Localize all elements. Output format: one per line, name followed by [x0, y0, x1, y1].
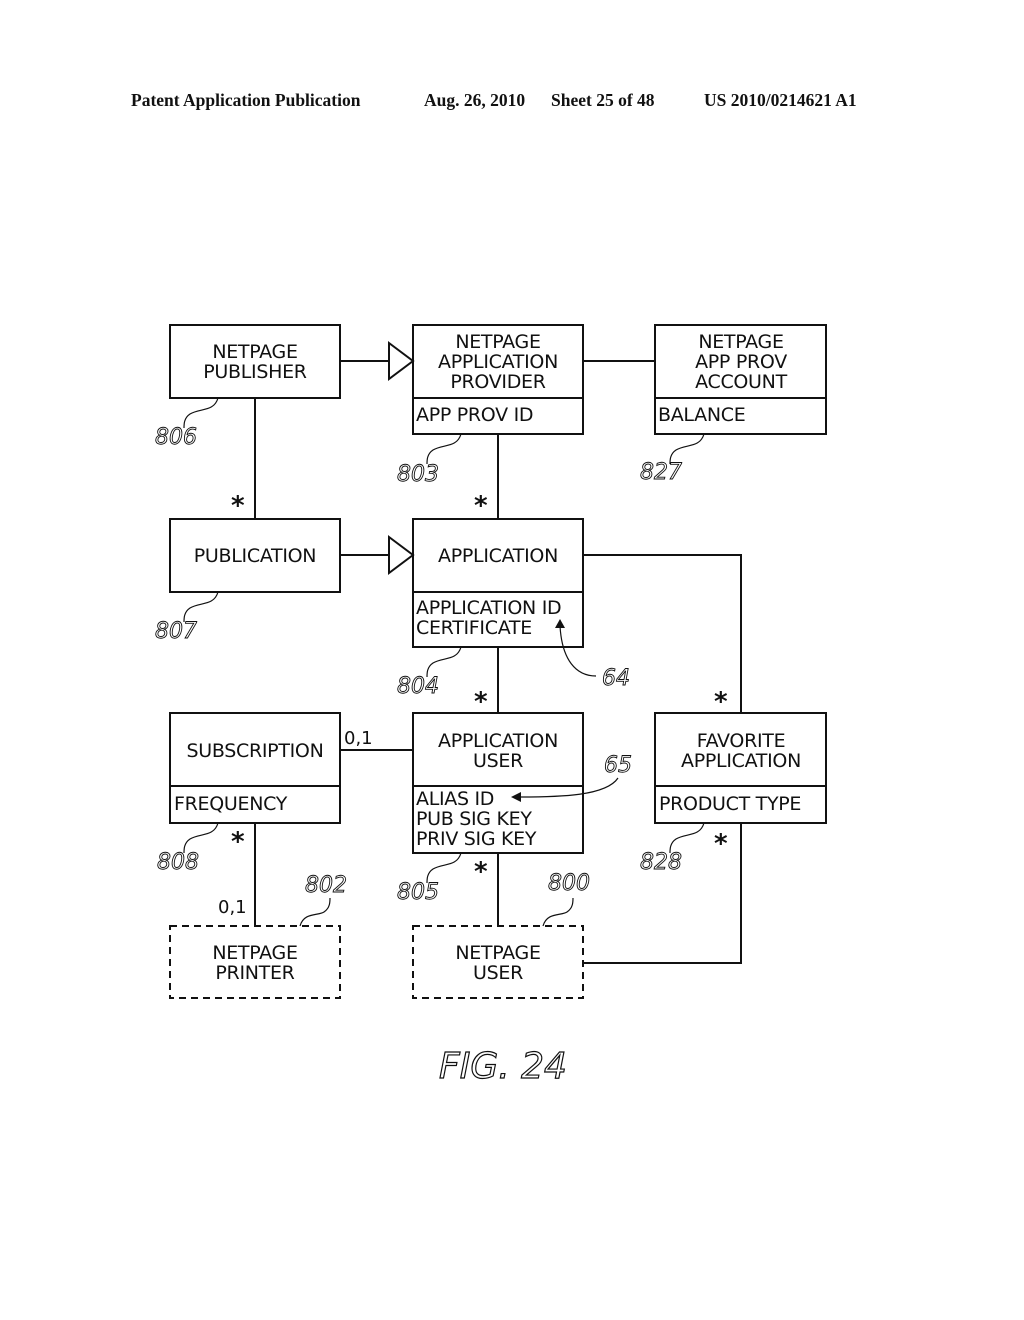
- ref-802: 802: [305, 873, 347, 898]
- application-attr-certificate: CERTIFICATE: [416, 617, 532, 639]
- multiplicity-many: *: [714, 829, 728, 859]
- callout-65: 65: [604, 753, 632, 778]
- ref-804: 804: [397, 674, 439, 699]
- appuser-attr-alias: ALIAS ID: [416, 788, 494, 810]
- leader-806: [183, 397, 219, 429]
- publisher-name-line2: PUBLISHER: [203, 361, 307, 383]
- printer-name-line1: NETPAGE: [212, 942, 297, 964]
- user-name-line1: NETPAGE: [455, 942, 540, 964]
- generalization-arrow-icon: [388, 341, 415, 381]
- appuser-attr-privkey: PRIV SIG KEY: [416, 828, 537, 850]
- account-name-line1: NETPAGE: [698, 331, 783, 353]
- provider-attr-id: APP PROV ID: [416, 404, 533, 426]
- leader-804: [426, 646, 462, 678]
- leader-805: [426, 852, 462, 884]
- callout-65-arrow: [519, 777, 619, 798]
- multiplicity-many: *: [714, 687, 728, 717]
- printer-name-line2: PRINTER: [215, 962, 294, 984]
- appuser-attr-pubkey: PUB SIG KEY: [416, 808, 532, 830]
- subscription-attr-frequency: FREQUENCY: [174, 793, 288, 815]
- leader-807: [183, 591, 219, 623]
- multiplicity-many: *: [231, 491, 245, 521]
- application-attr-id: APPLICATION ID: [416, 597, 561, 619]
- uml-class-diagram: NETPAGE PUBLISHER NETPAGE APPLICATION PR…: [155, 324, 827, 1088]
- favorite-name-line1: FAVORITE: [697, 730, 786, 752]
- ref-803: 803: [397, 462, 439, 487]
- account-attr-balance: BALANCE: [658, 404, 745, 426]
- leader-800: [542, 897, 574, 927]
- multiplicity-many: *: [474, 857, 488, 887]
- ref-806: 806: [155, 425, 197, 450]
- multiplicity-many: *: [474, 687, 488, 717]
- callout-64-arrow: [559, 625, 597, 677]
- multiplicity-zero-or-one: 0,1: [344, 728, 373, 749]
- ref-827: 827: [640, 460, 682, 485]
- leader-808: [183, 822, 219, 854]
- user-name-line2: USER: [473, 962, 523, 984]
- ref-808: 808: [157, 850, 199, 875]
- leader-803: [426, 433, 462, 465]
- account-name-line3: ACCOUNT: [695, 371, 787, 393]
- leader-828: [669, 822, 705, 854]
- provider-name-line1: NETPAGE: [455, 331, 540, 353]
- arrowhead-icon: [555, 619, 565, 628]
- account-name-line2: APP PROV: [695, 351, 787, 373]
- ref-805: 805: [397, 880, 439, 905]
- ref-828: 828: [640, 850, 682, 875]
- subscription-name: SUBSCRIPTION: [186, 740, 323, 762]
- provider-name-line2: APPLICATION: [438, 351, 558, 373]
- appuser-name-line2: USER: [473, 750, 523, 772]
- generalization-arrow-icon: [388, 535, 415, 575]
- publisher-name-line1: NETPAGE: [212, 341, 297, 363]
- favorite-attr-product-type: PRODUCT TYPE: [659, 793, 801, 815]
- application-name: APPLICATION: [438, 545, 558, 567]
- ref-800: 800: [548, 871, 590, 896]
- arrowhead-icon: [511, 792, 521, 802]
- favorite-name-line2: APPLICATION: [681, 750, 801, 772]
- callout-64: 64: [602, 666, 630, 691]
- multiplicity-many: *: [231, 827, 245, 857]
- multiplicity-zero-or-one: 0,1: [218, 897, 247, 918]
- figure-caption: FIG. 24: [439, 1046, 567, 1087]
- provider-name-line3: PROVIDER: [450, 371, 545, 393]
- ref-807: 807: [155, 619, 197, 644]
- multiplicity-many: *: [474, 491, 488, 521]
- leader-802: [299, 897, 331, 927]
- appuser-name-line1: APPLICATION: [438, 730, 558, 752]
- publication-name: PUBLICATION: [194, 545, 316, 567]
